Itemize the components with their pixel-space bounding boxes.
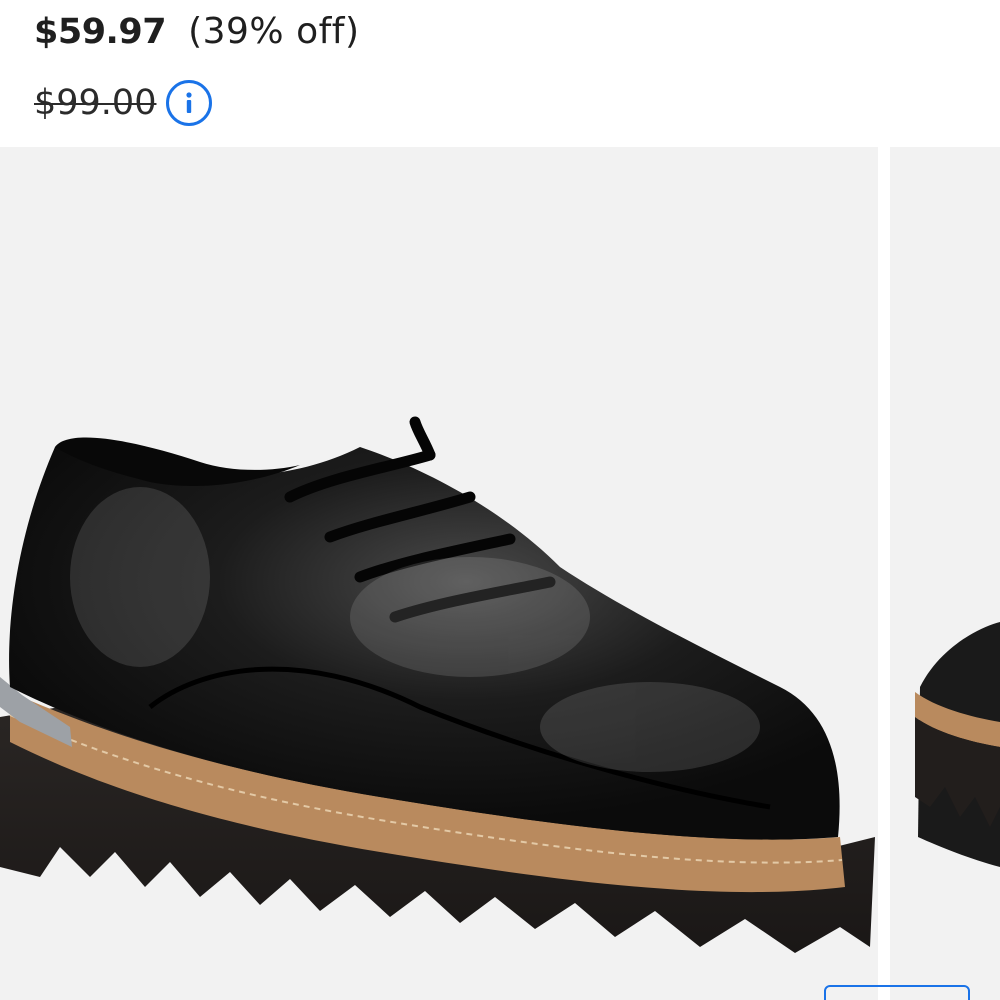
discount-percent: (39% off) [188, 11, 360, 52]
product-image-gallery[interactable] [0, 147, 1000, 1000]
selected-thumbnail-outline[interactable] [824, 985, 970, 1000]
info-icon [186, 92, 193, 113]
price-row: $59.97 (39% off) [34, 14, 359, 50]
sale-price: $59.97 [34, 12, 167, 52]
price-info-button[interactable] [166, 80, 213, 126]
product-page: $59.97 (39% off) $99.00 [0, 0, 1000, 1000]
product-image-main[interactable] [0, 147, 878, 1000]
original-price-row: $99.00 [34, 80, 213, 126]
original-price: $99.00 [34, 82, 157, 123]
shoe-image [0, 416, 875, 953]
product-image-next[interactable] [890, 147, 1000, 1000]
shoe-image-partial [915, 622, 1000, 867]
